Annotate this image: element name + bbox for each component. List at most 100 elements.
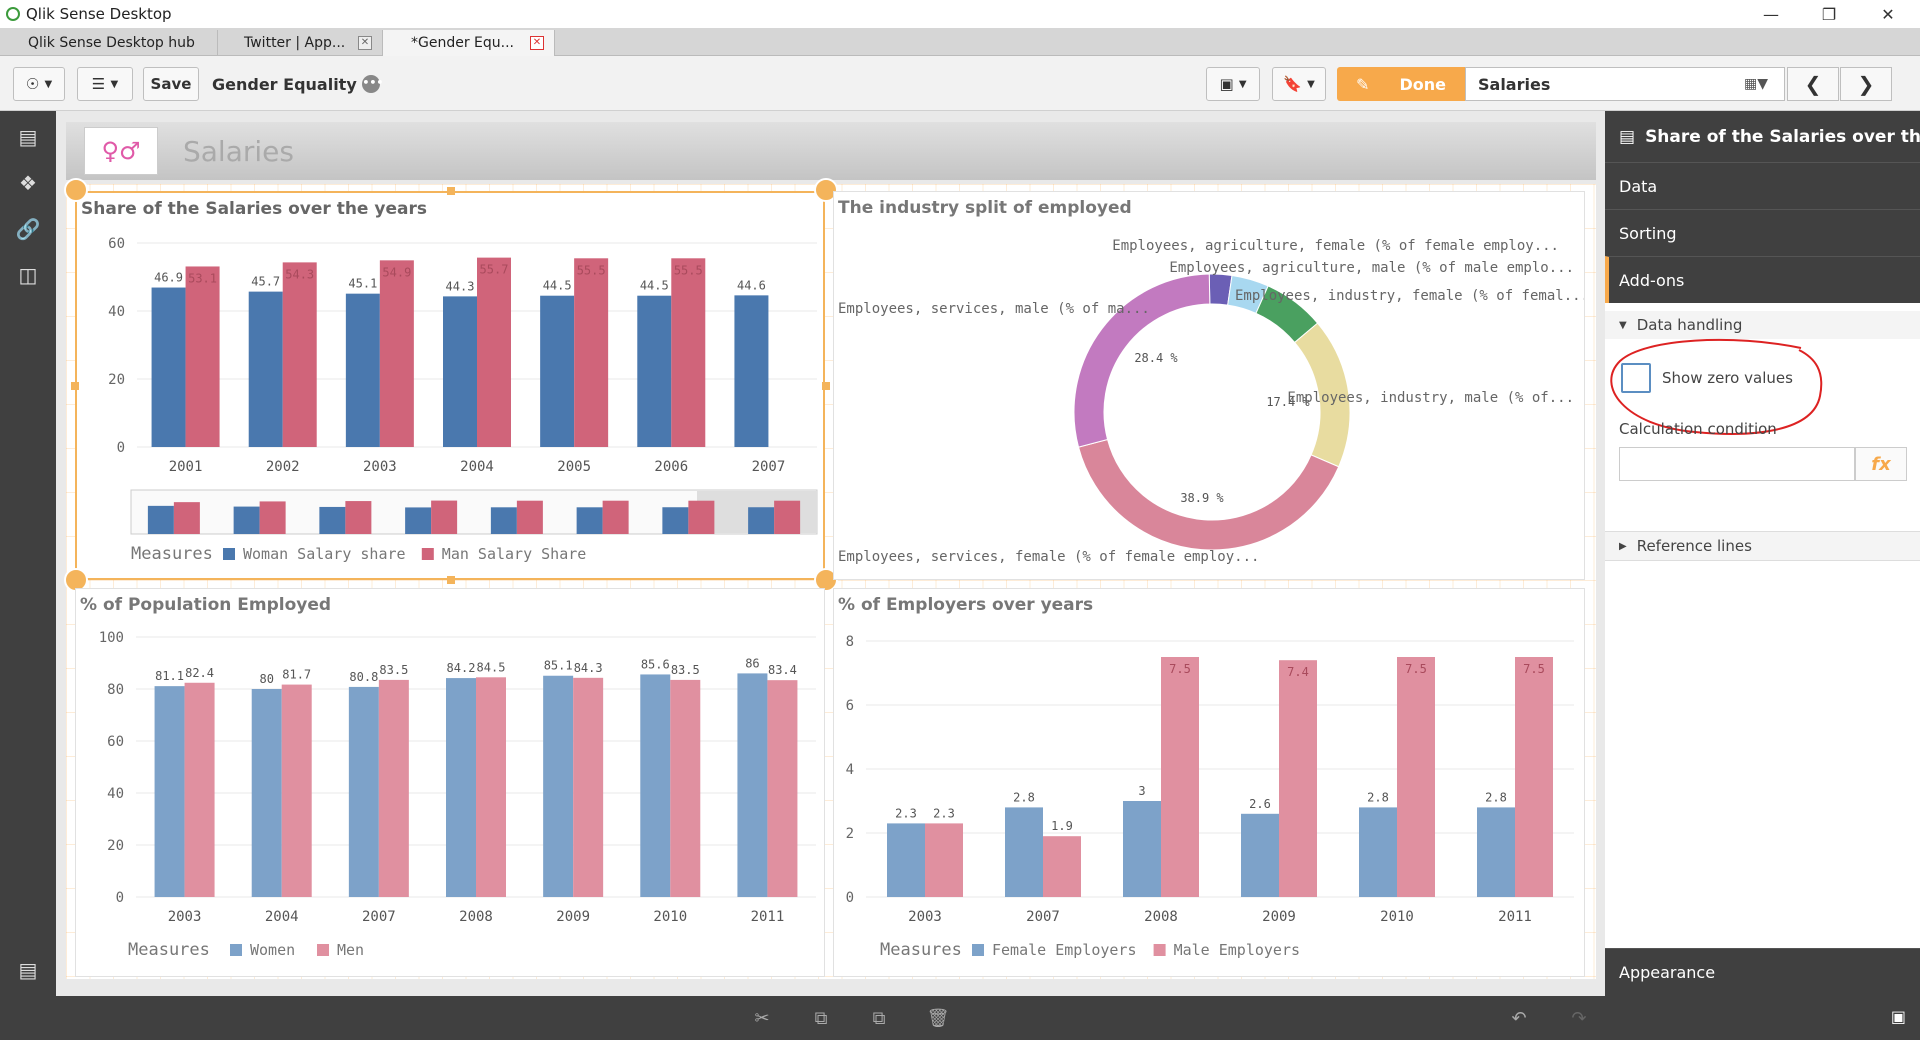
y-tick-label: 60 bbox=[107, 734, 124, 750]
reference-lines-label: Reference lines bbox=[1636, 537, 1752, 555]
y-tick-label: 80 bbox=[107, 682, 124, 698]
bar bbox=[184, 682, 215, 897]
tab-twitter[interactable]: Twitter | App... ✕ bbox=[218, 30, 383, 56]
y-tick-label: 40 bbox=[108, 304, 125, 320]
legend-label: Male Employers bbox=[1174, 941, 1300, 959]
y-tick-label: 60 bbox=[108, 236, 125, 252]
salaries-bar-chart[interactable]: Share of the Salaries over the years 0 20… bbox=[75, 191, 825, 580]
bar bbox=[282, 262, 317, 447]
slice-category-label: Employees, industry, male (% of... bbox=[1287, 390, 1574, 406]
tab-hub[interactable]: Qlik Sense Desktop hub bbox=[0, 30, 218, 56]
section-appearance[interactable]: Appearance bbox=[1605, 948, 1920, 995]
bar bbox=[443, 296, 477, 447]
section-sorting[interactable]: Sorting bbox=[1605, 209, 1920, 256]
chevron-down-icon: ▼ bbox=[1307, 78, 1315, 90]
population-employed-chart[interactable]: % of Population Employed 0 20 40 60 80 100 200… bbox=[75, 588, 825, 977]
previous-sheet-button[interactable]: ❮ bbox=[1787, 67, 1839, 101]
bar bbox=[446, 678, 476, 897]
resize-handle[interactable] bbox=[822, 382, 830, 390]
chevron-left-icon: ❮ bbox=[1804, 72, 1822, 96]
data-handling-label: Data handling bbox=[1636, 316, 1743, 334]
minimize-icon[interactable]: — bbox=[1748, 0, 1794, 28]
cut-icon[interactable]: ✂ bbox=[748, 1005, 776, 1031]
industry-donut-chart[interactable]: The industry split of employed 28.4 % 17.… bbox=[833, 191, 1585, 580]
data-label: 2.3 bbox=[895, 806, 917, 820]
y-tick-label: 0 bbox=[116, 890, 124, 906]
data-label: 80.8 bbox=[349, 670, 378, 684]
x-tick-label: 2008 bbox=[459, 909, 493, 925]
mini-bar bbox=[173, 502, 200, 534]
next-sheet-button[interactable]: ❯ bbox=[1840, 67, 1892, 101]
details-icon[interactable]: ▤ bbox=[14, 956, 42, 984]
data-label: 3 bbox=[1138, 784, 1145, 798]
data-label: 55.5 bbox=[674, 263, 703, 277]
mini-bar bbox=[405, 507, 432, 534]
panel-header: ▤ Share of the Salaries over the y... bbox=[1605, 111, 1920, 162]
y-tick-label: 100 bbox=[99, 630, 124, 646]
navigation-compass-button[interactable]: ☉ ▼ bbox=[13, 67, 65, 101]
bar bbox=[248, 291, 283, 447]
mini-bar bbox=[490, 507, 517, 534]
bar bbox=[185, 266, 220, 447]
sheet-selector[interactable]: Salaries ▦▼ bbox=[1465, 67, 1785, 101]
toggle-panel-icon[interactable]: ▣ bbox=[1891, 1007, 1906, 1026]
section-data[interactable]: Data bbox=[1605, 162, 1920, 209]
menu-button[interactable]: ☰ ▼ bbox=[77, 67, 133, 101]
gender-logo-image: ♀♂ bbox=[84, 127, 158, 175]
caret-right-icon: ▶ bbox=[1619, 540, 1627, 552]
data-handling-toggle[interactable]: ▼ Data handling bbox=[1605, 311, 1920, 339]
bar bbox=[151, 287, 186, 447]
tab-close-icon[interactable]: ✕ bbox=[530, 36, 544, 50]
done-button[interactable]: ✎ Done bbox=[1337, 67, 1465, 101]
redo-icon[interactable]: ↷ bbox=[1565, 1005, 1593, 1031]
expression-editor-button[interactable]: fx bbox=[1855, 447, 1907, 481]
link-icon[interactable]: 🔗 bbox=[14, 215, 42, 243]
tab-close-icon[interactable]: ✕ bbox=[358, 36, 372, 50]
slice-category-label: Employees, agriculture, male (% of male … bbox=[1169, 260, 1574, 276]
x-tick-label: 2006 bbox=[654, 459, 688, 475]
bar bbox=[1005, 807, 1043, 897]
legend-swatch bbox=[421, 548, 434, 560]
copy-icon[interactable]: ⧉ bbox=[807, 1005, 835, 1031]
close-window-icon[interactable]: ✕ bbox=[1865, 0, 1911, 28]
data-label: 2.6 bbox=[1249, 797, 1271, 811]
bar bbox=[1123, 801, 1161, 897]
toolbar: ☉ ▼ ☰ ▼ Save Gender Equality ••• ▣ ▼ 🔖 ▼… bbox=[0, 56, 1920, 111]
delete-icon[interactable]: 🗑 bbox=[924, 1005, 952, 1031]
mini-bar bbox=[431, 500, 458, 534]
calculation-condition-input[interactable] bbox=[1619, 447, 1855, 481]
data-label: 83.5 bbox=[671, 663, 700, 677]
data-label: 44.5 bbox=[543, 279, 572, 293]
resize-handle[interactable] bbox=[71, 382, 79, 390]
data-label: 2.8 bbox=[1485, 790, 1507, 804]
data-label: 80 bbox=[259, 672, 273, 686]
legend-swatch bbox=[1153, 944, 1166, 956]
present-button[interactable]: ▣ ▼ bbox=[1206, 67, 1260, 101]
tab-label: Twitter | App... bbox=[244, 35, 346, 51]
resize-handle[interactable] bbox=[447, 187, 455, 195]
bar bbox=[1241, 813, 1279, 897]
data-label: 84.3 bbox=[574, 661, 603, 675]
charts-icon[interactable]: ▤ bbox=[14, 123, 42, 151]
chevron-right-icon: ❯ bbox=[1857, 72, 1875, 96]
reference-lines-toggle[interactable]: ▶ Reference lines bbox=[1605, 531, 1920, 561]
undo-icon[interactable]: ↶ bbox=[1505, 1005, 1533, 1031]
section-addons[interactable]: Add-ons bbox=[1605, 256, 1920, 303]
save-button[interactable]: Save bbox=[143, 67, 199, 101]
resize-handle[interactable] bbox=[64, 178, 88, 202]
more-icon[interactable]: ••• bbox=[362, 75, 383, 93]
legend-swatch bbox=[230, 944, 242, 956]
employers-chart[interactable]: % of Employers over years 0 2 4 6 8 2003 2.3 2.… bbox=[833, 588, 1585, 977]
tab-gender-equality[interactable]: *Gender Equ... ✕ bbox=[383, 30, 555, 56]
extensions-puzzle-icon[interactable]: ❖ bbox=[14, 169, 42, 197]
paste-icon[interactable]: ⧉ bbox=[865, 1005, 893, 1031]
y-tick-label: 0 bbox=[846, 890, 854, 906]
x-tick-label: 2008 bbox=[1144, 909, 1178, 925]
database-icon[interactable]: ◫ bbox=[14, 261, 42, 289]
tab-bar: Qlik Sense Desktop hub Twitter | App... ✕… bbox=[0, 28, 1920, 56]
bookmark-button[interactable]: 🔖 ▼ bbox=[1272, 67, 1326, 101]
resize-handle[interactable] bbox=[447, 576, 455, 584]
data-label: 44.5 bbox=[640, 279, 669, 293]
restore-icon[interactable]: ❐ bbox=[1806, 0, 1852, 28]
data-label: 45.7 bbox=[251, 275, 280, 289]
